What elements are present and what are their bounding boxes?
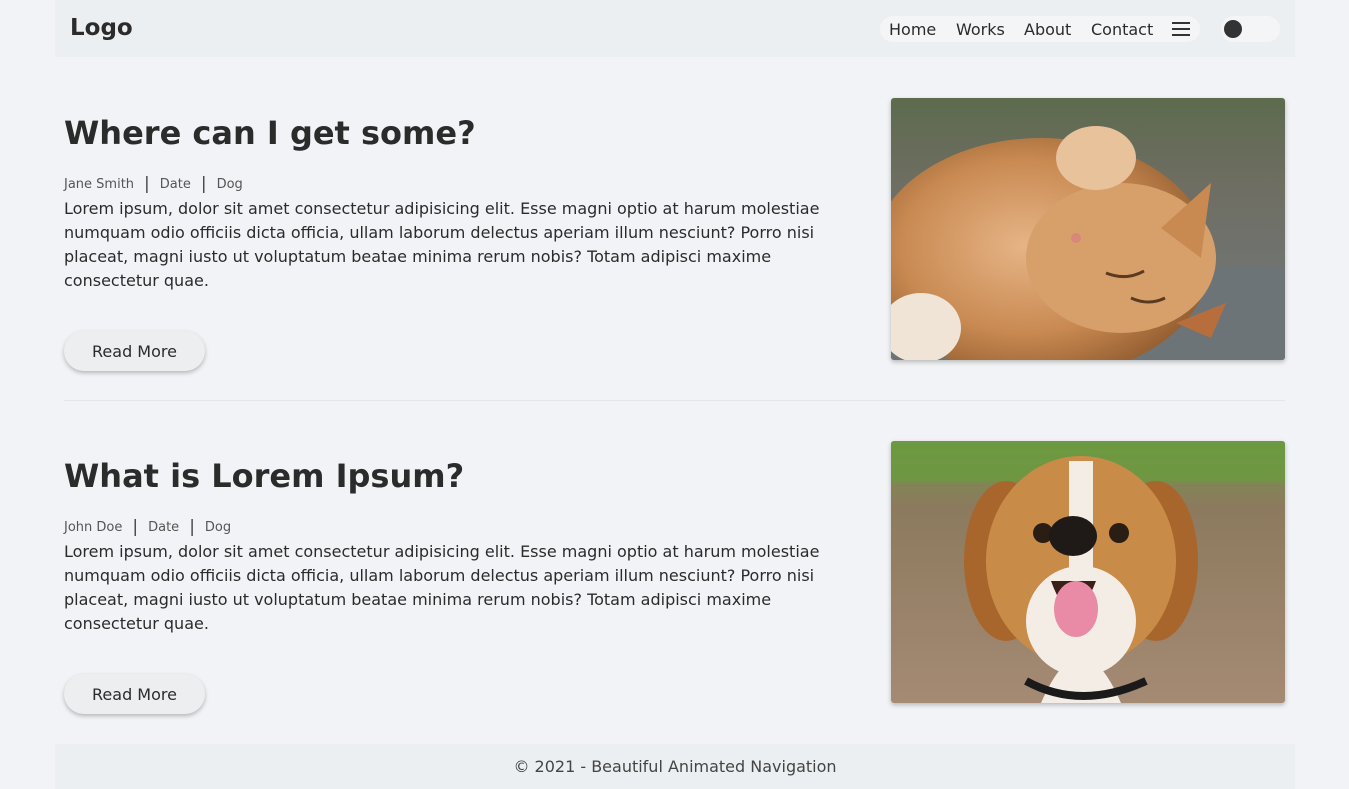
post-category[interactable]: Dog: [205, 520, 231, 535]
divider: [64, 400, 1285, 401]
post-meta: Jane Smith | Date | Dog: [64, 174, 243, 194]
read-more-button[interactable]: Read More: [64, 674, 205, 714]
post-meta: John Doe | Date | Dog: [64, 517, 232, 537]
logo[interactable]: Logo: [70, 15, 133, 41]
read-more-button[interactable]: Read More: [64, 331, 205, 371]
nav-link-about[interactable]: About: [1024, 20, 1071, 39]
post-title[interactable]: Where can I get some?: [64, 114, 476, 152]
post-excerpt: Lorem ipsum, dolor sit amet consectetur …: [64, 542, 820, 633]
post-excerpt: Lorem ipsum, dolor sit amet consectetur …: [64, 199, 820, 290]
post-date: Date: [148, 519, 180, 535]
toggle-knob-icon: [1224, 20, 1242, 38]
nav-link-home[interactable]: Home: [889, 20, 936, 39]
footer-copyright: © 2021 - Beautiful Animated Navigation: [513, 757, 837, 776]
post-date: Date: [159, 176, 191, 192]
footer: © 2021 - Beautiful Animated Navigation: [55, 744, 1295, 789]
post-title[interactable]: What is Lorem Ipsum?: [64, 457, 464, 495]
nav-links: Home Works About Contact: [880, 16, 1200, 42]
post-author: John Doe: [64, 519, 123, 535]
cat-photo[interactable]: [891, 98, 1285, 360]
dog-photo[interactable]: [891, 441, 1285, 703]
post-author: Jane Smith: [64, 176, 135, 192]
nav-link-contact[interactable]: Contact: [1091, 20, 1153, 39]
hamburger-menu-icon[interactable]: [1172, 21, 1190, 37]
navbar: Logo Home Works About Contact: [55, 0, 1295, 57]
nav-link-works[interactable]: Works: [956, 20, 1005, 39]
post-category[interactable]: Dog: [217, 177, 243, 192]
theme-toggle[interactable]: [1221, 16, 1280, 42]
